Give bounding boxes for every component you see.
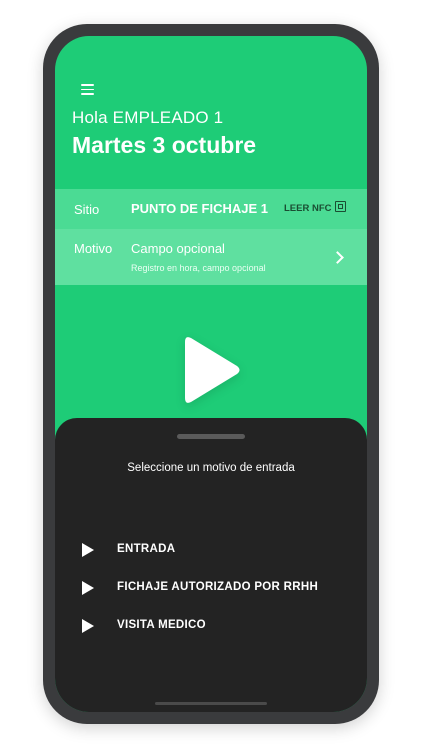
play-icon bbox=[82, 581, 94, 595]
option-label: VISITA MEDICO bbox=[117, 619, 206, 631]
option-fichaje-autorizado[interactable]: FICHAJE AUTORIZADO POR RRHH bbox=[81, 578, 341, 598]
hamburger-menu-icon[interactable] bbox=[81, 84, 94, 95]
date-title: Martes 3 octubre bbox=[72, 132, 257, 158]
option-label: FICHAJE AUTORIZADO POR RRHH bbox=[117, 581, 319, 593]
motivo-hint: Registro en hora, campo opcional bbox=[131, 263, 266, 273]
reason-bottom-sheet: Seleccione un motivo de entrada ENTRADA … bbox=[55, 418, 367, 712]
site-label: Sitio bbox=[74, 202, 100, 217]
option-label: ENTRADA bbox=[117, 543, 176, 555]
sheet-grabber[interactable] bbox=[177, 434, 245, 439]
chevron-right-icon[interactable] bbox=[331, 251, 344, 264]
option-entrada[interactable]: ENTRADA bbox=[81, 540, 341, 560]
phone-frame: Hola EMPLEADO 1 Martes 3 octubre Sitio P… bbox=[43, 24, 379, 724]
motivo-field[interactable]: Campo opcional bbox=[131, 241, 225, 256]
sheet-title: Seleccione un motivo de entrada bbox=[127, 462, 295, 474]
nfc-icon[interactable] bbox=[335, 201, 346, 212]
greeting-text: Hola EMPLEADO 1 bbox=[72, 108, 224, 127]
home-indicator bbox=[155, 702, 267, 705]
option-visita-medico[interactable]: VISITA MEDICO bbox=[81, 616, 341, 636]
site-value: PUNTO DE FICHAJE 1 bbox=[131, 201, 269, 216]
site-row: Sitio PUNTO DE FICHAJE 1 LEER NFC bbox=[55, 189, 367, 229]
play-icon bbox=[82, 619, 94, 633]
play-icon bbox=[82, 543, 94, 557]
clock-info-panel: Sitio PUNTO DE FICHAJE 1 LEER NFC Motivo… bbox=[55, 189, 367, 285]
play-icon[interactable] bbox=[179, 334, 243, 406]
read-nfc-button[interactable]: LEER NFC bbox=[284, 203, 332, 214]
motivo-label: Motivo bbox=[74, 241, 113, 256]
app-screen: Hola EMPLEADO 1 Martes 3 octubre Sitio P… bbox=[55, 36, 367, 712]
